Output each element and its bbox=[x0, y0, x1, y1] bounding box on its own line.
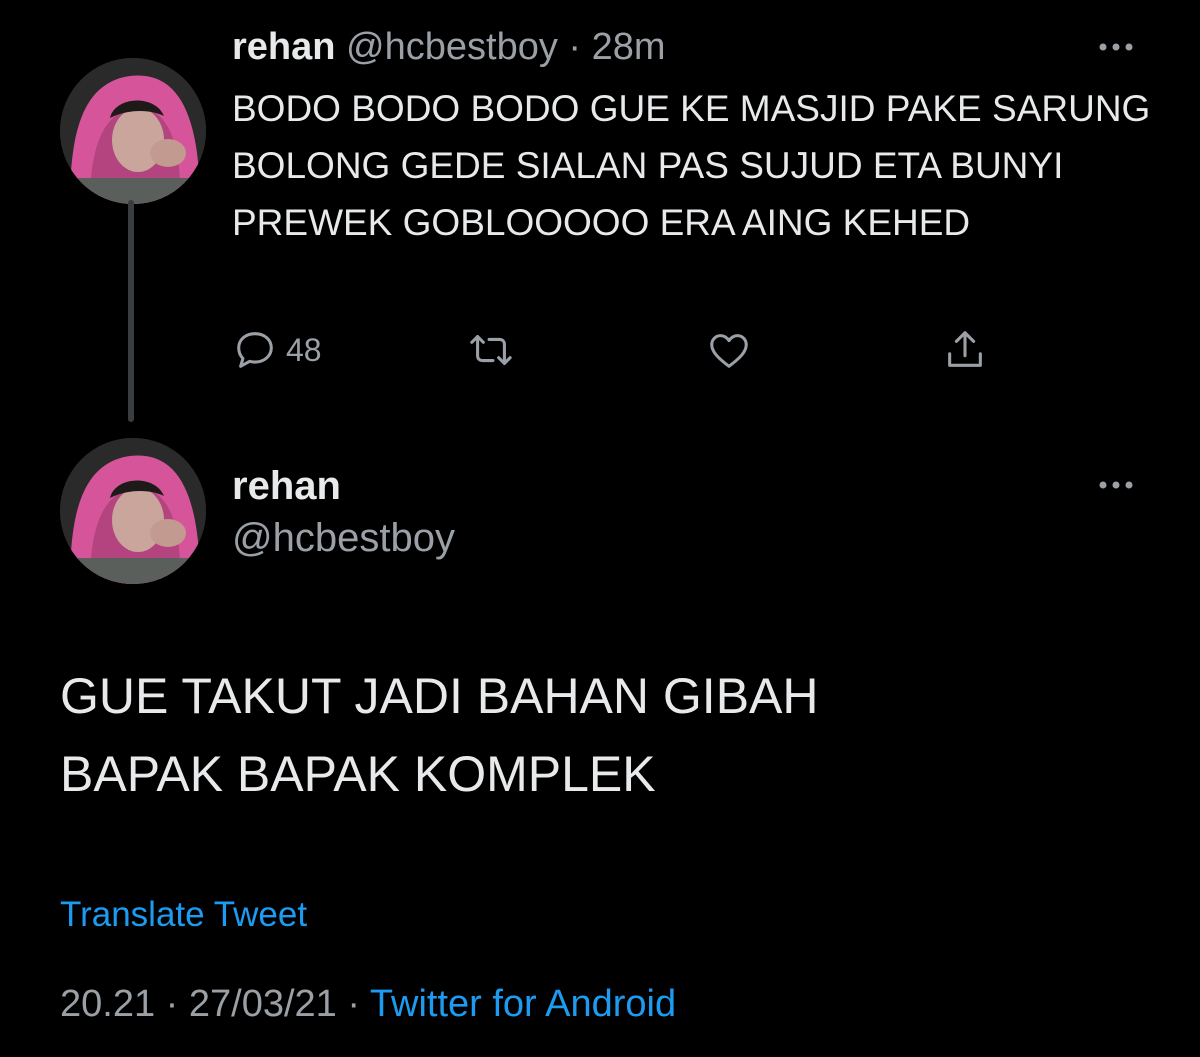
retweet-icon bbox=[466, 327, 516, 373]
avatar-image bbox=[60, 438, 206, 584]
tweet-date: 27/03/21 bbox=[188, 983, 337, 1025]
tweet-source-link[interactable]: Twitter for Android bbox=[370, 983, 676, 1025]
main-author-handle[interactable]: @hcbestboy bbox=[232, 512, 455, 564]
avatar-image bbox=[60, 58, 206, 204]
avatar[interactable] bbox=[60, 58, 206, 204]
main-tweet-text: GUE TAKUT JADI BAHAN GIBAH BAPAK BAPAK K… bbox=[60, 657, 1140, 813]
like-button[interactable] bbox=[706, 322, 752, 378]
reply-icon bbox=[232, 327, 278, 373]
reply-author-name[interactable]: rehan bbox=[232, 26, 335, 68]
thread-line bbox=[128, 200, 134, 422]
main-author-name[interactable]: rehan bbox=[232, 460, 341, 512]
meta-separator: · bbox=[165, 983, 179, 1025]
reply-tweet-header: rehan @hcbestboy · 28m bbox=[232, 22, 666, 72]
meta-separator: · bbox=[347, 983, 361, 1025]
retweet-button[interactable] bbox=[466, 322, 516, 378]
share-button[interactable] bbox=[942, 322, 988, 378]
main-tweet-text-line: GUE TAKUT JADI BAHAN GIBAH bbox=[60, 668, 819, 724]
more-icon[interactable] bbox=[1096, 40, 1136, 54]
reply-button[interactable]: 48 bbox=[232, 322, 322, 378]
reply-timestamp[interactable]: 28m bbox=[592, 26, 666, 68]
reply-author-handle[interactable]: @hcbestboy bbox=[346, 26, 558, 68]
translate-tweet-link[interactable]: Translate Tweet bbox=[60, 890, 307, 940]
reply-separator: · bbox=[568, 26, 582, 68]
more-icon[interactable] bbox=[1096, 478, 1136, 492]
reply-count: 48 bbox=[286, 331, 322, 368]
share-icon bbox=[942, 327, 988, 373]
reply-tweet-actions: 48 bbox=[232, 322, 1002, 378]
heart-icon bbox=[706, 327, 752, 373]
tweet-time: 20.21 bbox=[60, 983, 156, 1025]
tweet-metadata: 20.21 · 27/03/21 · Twitter for Android bbox=[60, 978, 676, 1030]
main-tweet-text-line: BAPAK BAPAK KOMPLEK bbox=[60, 746, 656, 802]
reply-tweet-text: BODO BODO BODO GUE KE MASJID PAKE SARUNG… bbox=[232, 88, 1151, 243]
avatar[interactable] bbox=[60, 438, 206, 584]
